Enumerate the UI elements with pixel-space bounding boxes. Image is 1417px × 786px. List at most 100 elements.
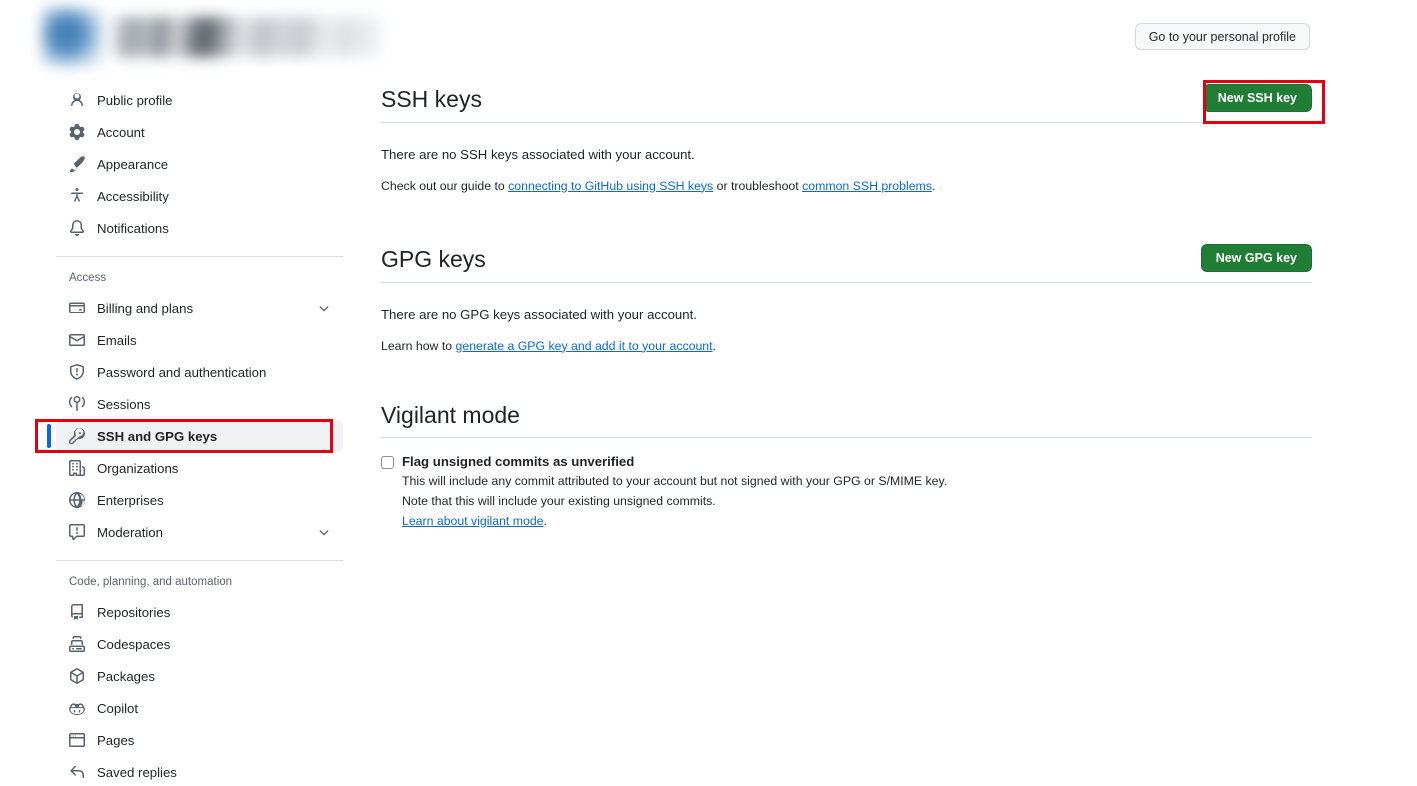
sidebar-item-appearance[interactable]: Appearance	[56, 148, 343, 180]
bell-icon	[69, 220, 85, 236]
sidebar-item-label: Password and authentication	[97, 364, 267, 380]
sidebar-item-label: Sessions	[97, 396, 151, 412]
ssh-keys-guide-text: Check out our guide to connecting to Git…	[381, 177, 1312, 196]
new-ssh-key-button[interactable]: New SSH key	[1202, 84, 1312, 112]
sidebar-item-label: Accessibility	[97, 188, 169, 204]
sidebar-item-packages[interactable]: Packages	[56, 660, 343, 692]
sidebar-group-title: Access	[69, 272, 107, 284]
flag-unsigned-commits-checkbox[interactable]	[381, 456, 394, 470]
settings-sidebar: Public profile Account Appearance Accessibi…	[47, 84, 343, 786]
copilot-icon	[69, 700, 85, 716]
gpg-keys-empty-text: There are no GPG keys associated with yo…	[381, 306, 697, 322]
sidebar-item-label: Billing and plans	[97, 300, 194, 316]
sidebar-item-organizations[interactable]: Organizations	[56, 452, 343, 484]
report-icon	[69, 524, 85, 540]
sidebar-item-label: Packages	[97, 668, 155, 684]
ssh-guide-prefix: Check out our guide to	[381, 178, 509, 193]
sidebar-item-billing-and-plans[interactable]: Billing and plans	[56, 292, 343, 324]
sidebar-item-label: Saved replies	[97, 764, 177, 780]
vigilant-mode-text-block: Flag unsigned commits as unverified This…	[402, 454, 947, 531]
organization-icon	[69, 460, 85, 476]
sidebar-item-accessibility[interactable]: Accessibility	[56, 180, 343, 212]
sidebar-item-label: Notifications	[97, 220, 169, 236]
repo-icon	[69, 604, 85, 620]
paintbrush-icon	[69, 156, 85, 172]
flag-unsigned-commits-label[interactable]: Flag unsigned commits as unverified	[402, 454, 947, 469]
sidebar-item-notifications[interactable]: Notifications	[56, 212, 343, 244]
sidebar-item-account[interactable]: Account	[56, 116, 343, 148]
sidebar-item-public-profile[interactable]: Public profile	[56, 84, 343, 116]
common-ssh-problems-link[interactable]: common SSH problems	[802, 179, 932, 193]
username-text-blurred	[114, 17, 382, 57]
ssh-guide-middle: or troubleshoot	[713, 178, 803, 193]
connecting-to-github-using-ssh-keys-link[interactable]: connecting to GitHub using SSH keys	[508, 179, 713, 193]
mail-icon	[69, 332, 85, 348]
generate-gpg-key-link[interactable]: generate a GPG key and add it to your ac…	[456, 339, 713, 353]
key-icon	[69, 428, 85, 444]
sidebar-item-label: Appearance	[97, 156, 169, 172]
sidebar-item-label: SSH and GPG keys	[97, 428, 218, 444]
go-to-personal-profile-label: Go to your personal profile	[1148, 29, 1296, 44]
sidebar-item-sessions[interactable]: Sessions	[56, 388, 343, 420]
gpg-keys-learn-text: Learn how to generate a GPG key and add …	[381, 337, 1312, 356]
sidebar-group-title: Code, planning, and automation	[69, 576, 233, 588]
gpg-keys-section: GPG keys New GPG key There are no GPG ke…	[381, 243, 1312, 356]
globe-icon	[69, 492, 85, 508]
sidebar-item-label: Codespaces	[97, 636, 171, 652]
ssh-keys-header: SSH keys New SSH key	[381, 84, 1312, 123]
vigilant-mode-row: Flag unsigned commits as unverified This…	[381, 454, 1312, 531]
sidebar-item-label: Enterprises	[97, 492, 164, 508]
gpg-learn-prefix: Learn how to	[381, 338, 456, 353]
package-icon	[69, 668, 85, 684]
vigilant-mode-title: Vigilant mode	[381, 401, 520, 428]
gpg-keys-title: GPG keys	[381, 246, 486, 273]
sidebar-item-emails[interactable]: Emails	[56, 324, 343, 356]
sidebar-item-ssh-and-gpg-keys[interactable]: SSH and GPG keys	[47, 420, 343, 452]
gear-icon	[69, 124, 85, 140]
ssh-guide-suffix: .	[931, 178, 936, 193]
sidebar-item-label: Public profile	[97, 92, 173, 108]
broadcast-icon	[69, 396, 85, 412]
go-to-personal-profile-button[interactable]: Go to your personal profile	[1134, 23, 1310, 50]
chevron-down-icon[interactable]	[317, 301, 331, 315]
learn-about-vigilant-mode-link[interactable]: Learn about vigilant mode	[402, 514, 544, 528]
vigilant-desc-line-2: Note that this will include your existin…	[402, 493, 716, 508]
ssh-keys-title: SSH keys	[381, 86, 482, 113]
browser-icon	[69, 732, 85, 748]
sidebar-item-label: Pages	[97, 732, 135, 748]
sidebar-item-password-and-authentication[interactable]: Password and authentication	[56, 356, 343, 388]
sidebar-item-copilot[interactable]: Copilot	[56, 692, 343, 724]
vigilant-mode-section: Vigilant mode Flag unsigned commits as u…	[381, 402, 1312, 532]
sidebar-item-codespaces[interactable]: Codespaces	[56, 628, 343, 660]
sidebar-item-enterprises[interactable]: Enterprises	[56, 484, 343, 516]
vigilant-learn-suffix: .	[543, 513, 547, 528]
settings-main-content: SSH keys New SSH key There are no SSH ke…	[381, 84, 1312, 531]
person-icon	[69, 92, 85, 108]
vigilant-learn-line: Learn about vigilant mode.	[402, 512, 947, 532]
ssh-keys-empty-text: There are no SSH keys associated with yo…	[381, 147, 695, 162]
new-gpg-key-label: New GPG key	[1215, 250, 1297, 265]
avatar	[42, 8, 104, 66]
credit-card-icon	[69, 300, 85, 316]
codespaces-icon	[69, 636, 85, 652]
vigilant-mode-header: Vigilant mode	[381, 402, 1312, 439]
sidebar-divider	[56, 560, 343, 561]
sidebar-item-label: Copilot	[97, 700, 139, 716]
chevron-down-icon[interactable]	[317, 525, 331, 539]
reply-icon	[69, 764, 85, 780]
vigilant-desc-line-1: This will include any commit attributed …	[402, 474, 948, 489]
sidebar-divider	[56, 256, 343, 257]
vigilant-mode-description: This will include any commit attributed …	[402, 472, 947, 531]
accessibility-icon	[69, 188, 85, 204]
sidebar-item-label: Moderation	[97, 524, 163, 540]
sidebar-item-label: Account	[97, 124, 145, 140]
sidebar-item-repositories[interactable]: Repositories	[56, 596, 343, 628]
sidebar-item-label: Emails	[97, 332, 137, 348]
settings-page: Go to your personal profile Public profi…	[0, 0, 1417, 786]
new-gpg-key-button[interactable]: New GPG key	[1200, 243, 1312, 272]
sidebar-item-moderation[interactable]: Moderation	[56, 516, 343, 548]
sidebar-item-pages[interactable]: Pages	[56, 724, 343, 756]
sidebar-item-saved-replies[interactable]: Saved replies	[56, 756, 343, 786]
new-ssh-key-label: New SSH key	[1217, 91, 1297, 105]
shield-icon	[69, 364, 85, 380]
